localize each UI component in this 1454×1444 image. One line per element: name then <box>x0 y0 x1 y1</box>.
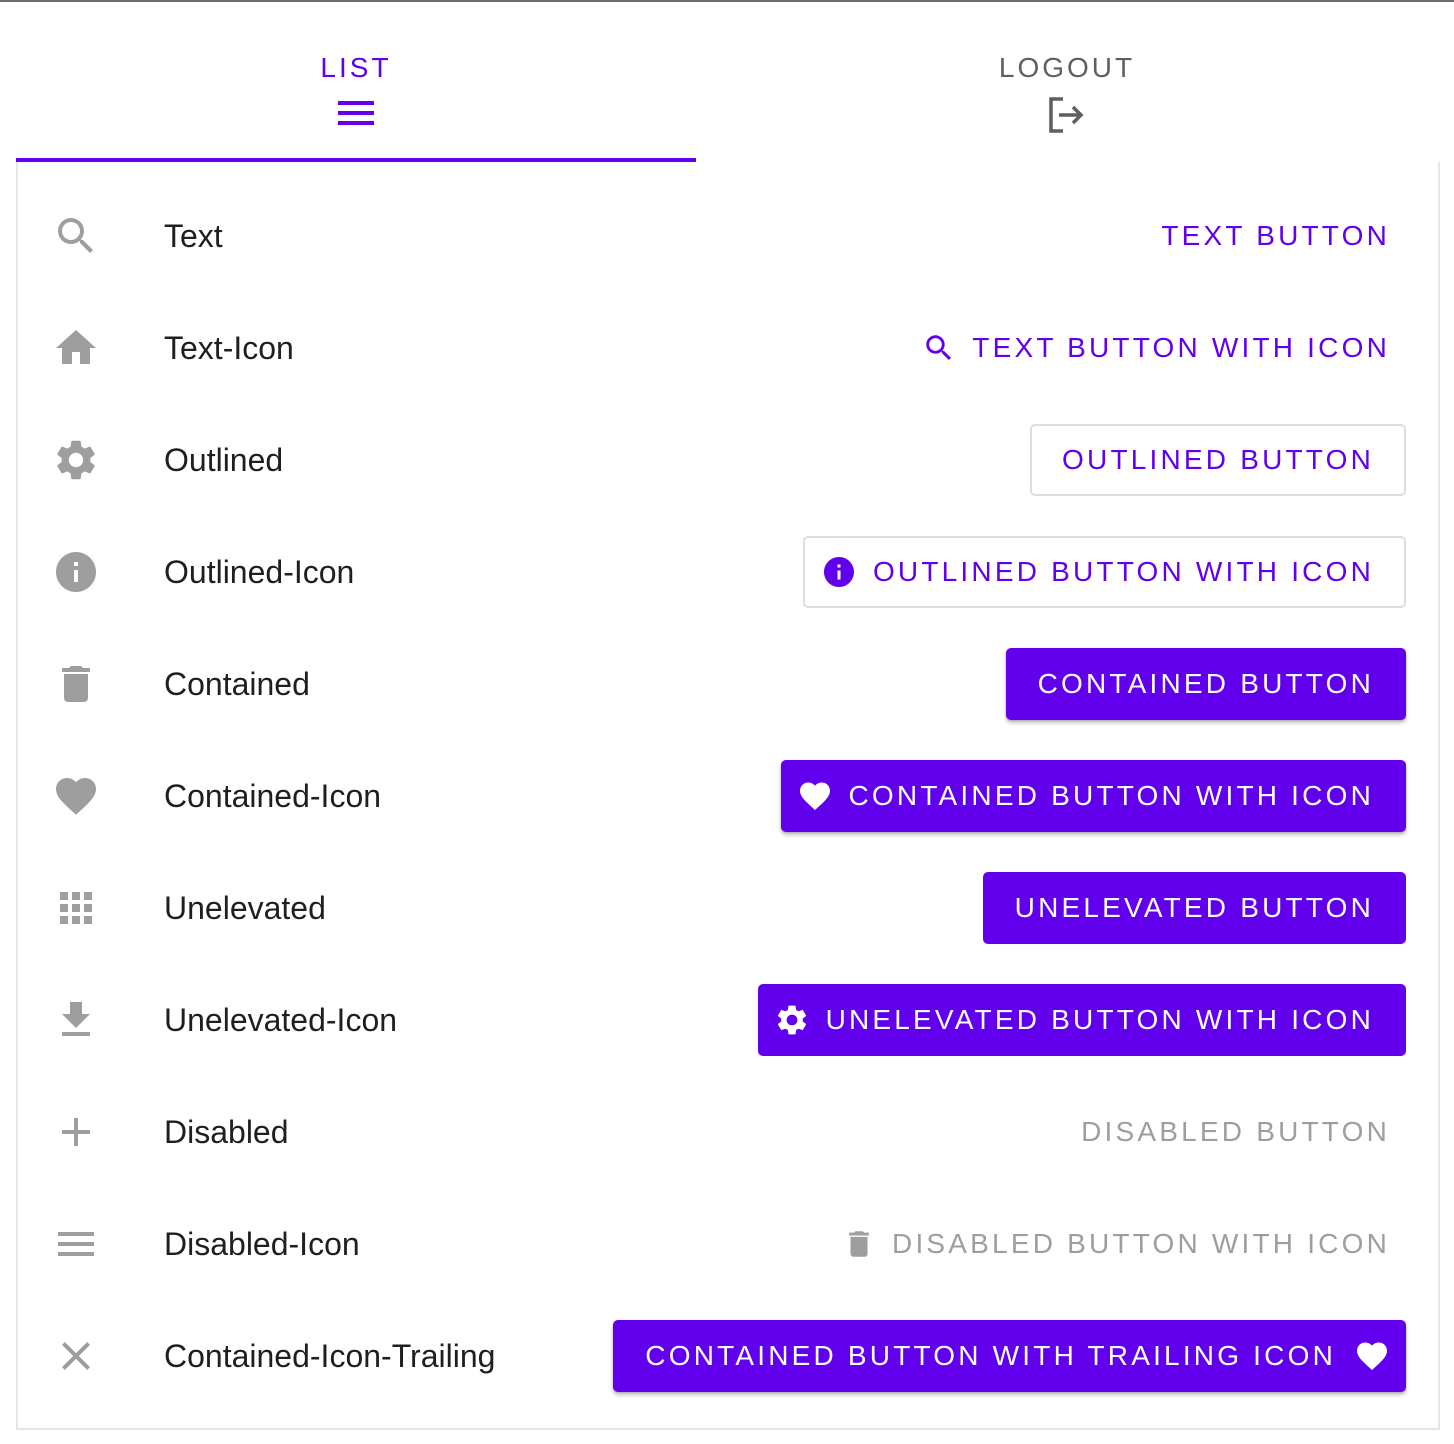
heart-icon <box>1354 1338 1390 1374</box>
text-button[interactable]: TEXT BUTTON <box>1145 200 1406 272</box>
gear-icon <box>774 1002 810 1038</box>
tab-bar: LIST LOGOUT <box>16 2 1438 162</box>
trash-icon <box>52 660 100 708</box>
button-label: CONTAINED BUTTON WITH ICON <box>848 780 1374 811</box>
menu-icon <box>336 95 376 135</box>
list-item: Outlined-Icon OUTLINED BUTTON WITH ICON <box>18 516 1438 628</box>
row-label: Unelevated <box>164 890 326 926</box>
tab-logout-label: LOGOUT <box>998 52 1136 83</box>
row-label: Disabled <box>164 1114 289 1150</box>
plus-icon <box>52 1108 100 1156</box>
row-label: Outlined-Icon <box>164 554 355 590</box>
outlined-button[interactable]: OUTLINED BUTTON <box>1030 424 1406 496</box>
outlined-button-with-icon[interactable]: OUTLINED BUTTON WITH ICON <box>802 536 1406 608</box>
unelevated-button-with-icon[interactable]: UNELEVATED BUTTON WITH ICON <box>757 984 1406 1056</box>
tab-list-label: LIST <box>320 52 392 83</box>
button-label: TEXT BUTTON WITH ICON <box>972 332 1390 363</box>
text-button-with-icon[interactable]: TEXT BUTTON WITH ICON <box>906 312 1406 384</box>
contained-button-with-trailing-icon[interactable]: CONTAINED BUTTON WITH TRAILING ICON <box>613 1320 1406 1392</box>
button-list: Text TEXT BUTTON Text-Icon TEXT BUTTON W… <box>16 162 1440 1430</box>
heart-icon <box>52 772 100 820</box>
list-item: Disabled-Icon DISABLED BUTTON WITH ICON <box>18 1188 1438 1300</box>
home-icon <box>52 324 100 372</box>
search-icon <box>922 331 956 365</box>
download-icon <box>52 996 100 1044</box>
unelevated-button[interactable]: UNELEVATED BUTTON <box>982 872 1406 944</box>
logout-icon <box>1047 95 1087 135</box>
list-item: Unelevated UNELEVATED BUTTON <box>18 852 1438 964</box>
contained-button-with-icon[interactable]: CONTAINED BUTTON WITH ICON <box>780 760 1406 832</box>
button-label: CONTAINED BUTTON <box>1037 668 1374 699</box>
row-label: Disabled-Icon <box>164 1226 360 1262</box>
button-label: TEXT BUTTON <box>1161 220 1390 251</box>
list-item: Text-Icon TEXT BUTTON WITH ICON <box>18 292 1438 404</box>
list-item: Outlined OUTLINED BUTTON <box>18 404 1438 516</box>
close-icon <box>52 1332 100 1380</box>
list-item: Disabled DISABLED BUTTON <box>18 1076 1438 1188</box>
row-label: Text <box>164 218 223 254</box>
button-label: CONTAINED BUTTON WITH TRAILING ICON <box>645 1340 1336 1371</box>
disabled-button-with-icon[interactable]: DISABLED BUTTON WITH ICON <box>826 1208 1406 1280</box>
apps-grid-icon <box>52 884 100 932</box>
trash-icon <box>842 1227 876 1261</box>
button-label: OUTLINED BUTTON WITH ICON <box>872 556 1374 587</box>
contained-button[interactable]: CONTAINED BUTTON <box>1005 648 1406 720</box>
list-item: Contained-Icon-Trailing CONTAINED BUTTON… <box>18 1300 1438 1412</box>
row-label: Text-Icon <box>164 330 294 366</box>
info-icon <box>821 554 857 590</box>
search-icon <box>52 212 100 260</box>
button-label: DISABLED BUTTON WITH ICON <box>892 1228 1390 1259</box>
button-label: UNELEVATED BUTTON WITH ICON <box>825 1004 1374 1035</box>
button-label: OUTLINED BUTTON <box>1062 444 1374 475</box>
row-label: Contained-Icon-Trailing <box>164 1338 496 1374</box>
button-label: DISABLED BUTTON <box>1081 1116 1390 1147</box>
info-icon <box>52 548 100 596</box>
row-label: Outlined <box>164 442 284 478</box>
disabled-button[interactable]: DISABLED BUTTON <box>1065 1096 1406 1168</box>
heart-icon <box>797 778 833 814</box>
list-item: Contained CONTAINED BUTTON <box>18 628 1438 740</box>
list-item: Unelevated-Icon UNELEVATED BUTTON WITH I… <box>18 964 1438 1076</box>
gear-icon <box>52 436 100 484</box>
row-label: Contained-Icon <box>164 778 382 814</box>
tab-logout[interactable]: LOGOUT <box>696 2 1438 162</box>
tab-list[interactable]: LIST <box>16 2 696 162</box>
list-item: Text TEXT BUTTON <box>18 180 1438 292</box>
button-label: UNELEVATED BUTTON <box>1014 892 1374 923</box>
list-item: Contained-Icon CONTAINED BUTTON WITH ICO… <box>18 740 1438 852</box>
menu-icon <box>52 1220 100 1268</box>
row-label: Contained <box>164 666 310 702</box>
row-label: Unelevated-Icon <box>164 1002 398 1038</box>
